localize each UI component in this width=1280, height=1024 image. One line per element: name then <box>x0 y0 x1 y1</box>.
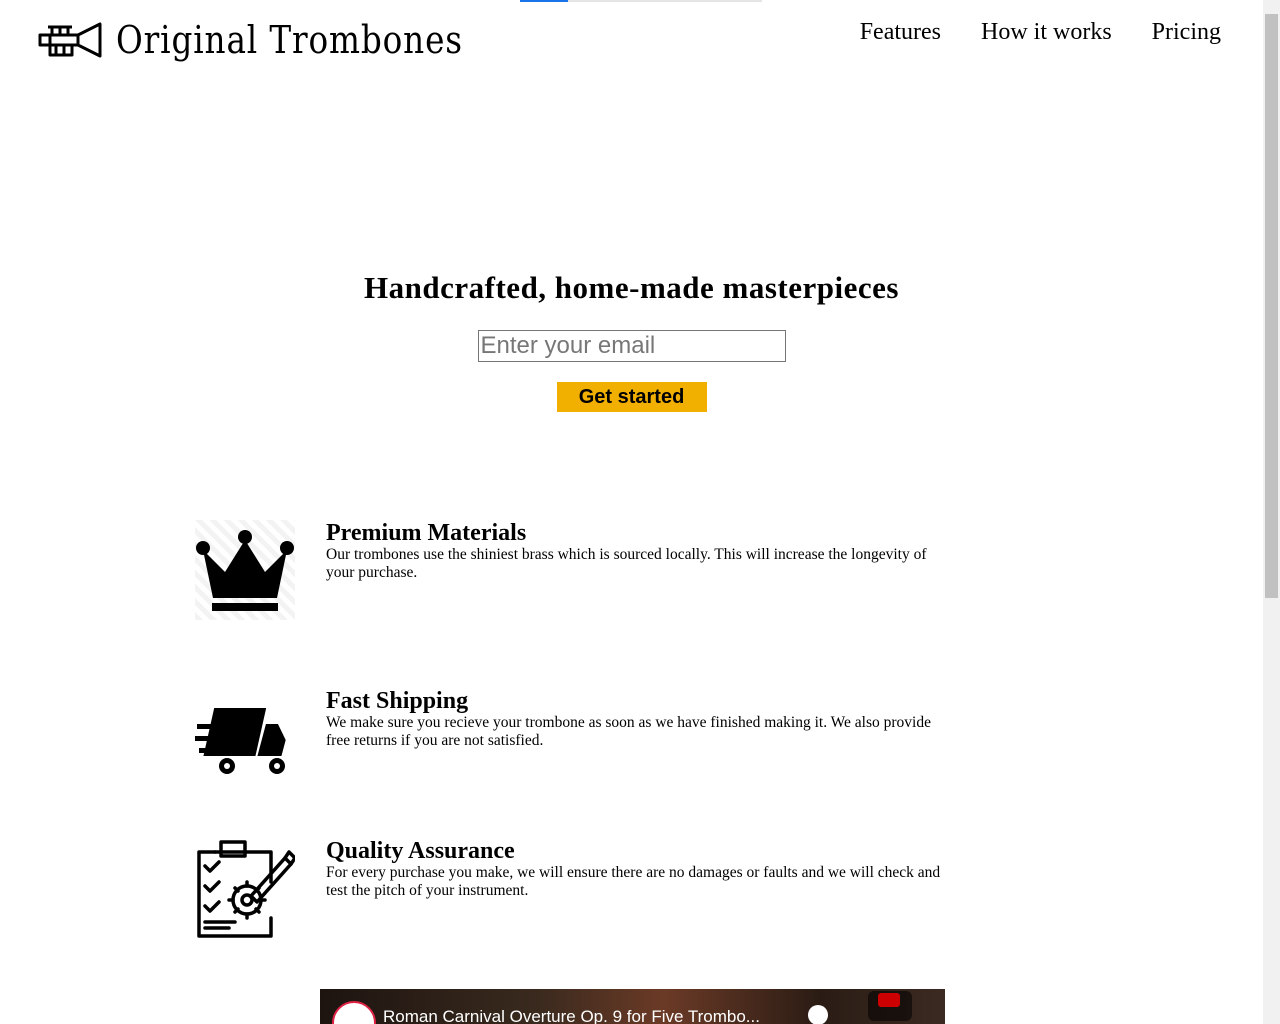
feature-description: We make sure you recieve your trombone a… <box>326 714 931 749</box>
truck-icon <box>195 708 286 774</box>
nav-link-pricing[interactable]: Pricing <box>1152 19 1221 46</box>
scrollbar[interactable] <box>1263 0 1280 1024</box>
crown-icon <box>195 520 295 620</box>
feature-description: Our trombones use the shiniest brass whi… <box>326 546 927 581</box>
main-nav: Features How it works Pricing <box>860 19 1221 46</box>
share-icon[interactable] <box>868 991 912 1021</box>
trumpet-icon <box>38 22 102 58</box>
clipboard-gear-icon <box>197 840 295 938</box>
channel-avatar[interactable] <box>332 1001 376 1024</box>
youtube-logo-icon <box>878 993 900 1007</box>
video-title[interactable]: Roman Carnival Overture Op. 9 for Five T… <box>383 1007 760 1024</box>
get-started-button[interactable]: Get started <box>556 382 707 412</box>
hero-section: Handcrafted, home-made masterpieces Get … <box>0 270 1263 412</box>
feature-description: For every purchase you make, we will ens… <box>326 864 941 899</box>
brand-name: Original Trombones <box>116 18 463 62</box>
feature-title: Premium Materials <box>326 520 527 546</box>
feature-title: Quality Assurance <box>326 838 515 864</box>
hero-title: Handcrafted, home-made masterpieces <box>364 270 899 305</box>
feature-title: Fast Shipping <box>326 688 469 714</box>
site-header: Original Trombones Features How it works… <box>0 0 1263 90</box>
scrollbar-thumb[interactable] <box>1265 14 1278 598</box>
watch-later-icon[interactable] <box>808 1005 828 1024</box>
nav-link-features[interactable]: Features <box>860 19 941 46</box>
video-embed[interactable]: Roman Carnival Overture Op. 9 for Five T… <box>320 989 945 1024</box>
logo[interactable]: Original Trombones <box>38 18 519 62</box>
email-input[interactable] <box>477 330 786 362</box>
nav-link-how-it-works[interactable]: How it works <box>981 19 1112 46</box>
